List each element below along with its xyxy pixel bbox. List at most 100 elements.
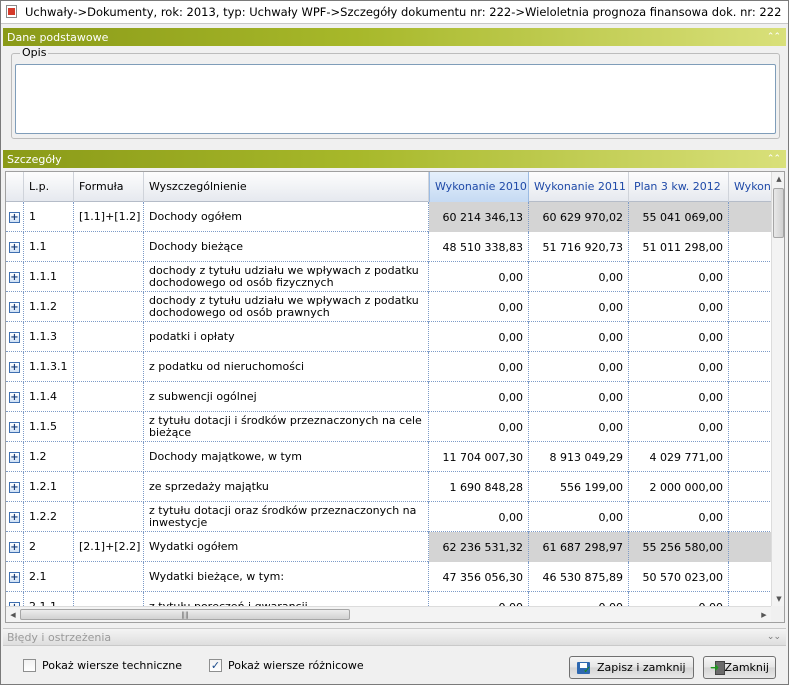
cell-desc[interactable]: podatki i opłaty — [144, 322, 429, 352]
expand-plus-icon[interactable]: + — [9, 301, 20, 313]
column-header-plan-2012[interactable]: Plan 3 kw. 2012 — [629, 172, 729, 202]
cell-v2012[interactable]: 0,00 — [629, 352, 729, 382]
cell-lp[interactable]: 1 — [24, 202, 74, 232]
cell-v2011[interactable]: 0,00 — [529, 502, 629, 532]
cell-formula[interactable] — [74, 562, 144, 592]
cell-v2010[interactable]: 62 236 531,32 — [429, 532, 529, 562]
row-expander-cell[interactable]: + — [6, 202, 24, 232]
table-row[interactable]: +1.2.1 ze sprzedaży majątku 1 690 848,28 5… — [6, 472, 771, 502]
cell-v2010[interactable]: 11 704 007,30 — [429, 442, 529, 472]
horizontal-scrollbar[interactable]: ◀ ‖‖ ▶ — [6, 606, 771, 622]
cell-lp[interactable]: 1.1.4 — [24, 382, 74, 412]
cell-vnext[interactable] — [729, 382, 771, 412]
cell-desc[interactable]: z subwencji ogólnej — [144, 382, 429, 412]
cell-desc[interactable]: z tytułu dotacji oraz środków przeznaczo… — [144, 502, 429, 532]
cell-formula[interactable]: [1.1]+[1.2] — [74, 202, 144, 232]
table-row[interactable]: +1 [1.1]+[1.2] Dochody ogółem 60 214 346,13… — [6, 202, 771, 232]
expand-plus-icon[interactable]: + — [9, 211, 20, 223]
expand-plus-icon[interactable]: + — [9, 361, 20, 373]
cell-lp[interactable]: 2.1 — [24, 562, 74, 592]
cell-v2012[interactable]: 0,00 — [629, 292, 729, 322]
cell-v2012[interactable]: 50 570 023,00 — [629, 562, 729, 592]
cell-v2011[interactable]: 46 530 875,89 — [529, 562, 629, 592]
cell-v2010[interactable]: 0,00 — [429, 322, 529, 352]
cell-vnext[interactable]: 50 — [729, 562, 771, 592]
table-row[interactable]: +1.1.5 z tytułu dotacji i środków przezn… — [6, 412, 771, 442]
cell-desc[interactable]: z podatku od nieruchomości — [144, 352, 429, 382]
cell-v2010[interactable]: 0,00 — [429, 592, 529, 606]
cell-desc[interactable]: dochody z tytułu udziału we wpływach z p… — [144, 262, 429, 292]
cell-vnext[interactable] — [729, 412, 771, 442]
cell-lp[interactable]: 1.2 — [24, 442, 74, 472]
row-expander-cell[interactable]: + — [6, 262, 24, 292]
cell-v2011[interactable]: 61 687 298,97 — [529, 532, 629, 562]
cell-formula[interactable]: [2.1]+[2.2] — [74, 532, 144, 562]
expand-plus-icon[interactable]: + — [9, 331, 20, 343]
expand-plus-icon[interactable]: + — [9, 271, 20, 283]
cell-v2012[interactable]: 2 000 000,00 — [629, 472, 729, 502]
cell-v2012[interactable]: 0,00 — [629, 382, 729, 412]
cell-vnext[interactable] — [729, 322, 771, 352]
expand-plus-icon[interactable]: + — [9, 511, 20, 523]
cell-v2010[interactable]: 47 356 056,30 — [429, 562, 529, 592]
cell-v2011[interactable]: 8 913 049,29 — [529, 442, 629, 472]
cell-v2012[interactable]: 0,00 — [629, 322, 729, 352]
row-expander-cell[interactable]: + — [6, 322, 24, 352]
cell-lp[interactable]: 1.1.5 — [24, 412, 74, 442]
row-expander-cell[interactable]: + — [6, 562, 24, 592]
cell-v2011[interactable]: 0,00 — [529, 292, 629, 322]
expand-plus-icon[interactable]: + — [9, 541, 20, 553]
cell-lp[interactable]: 1.1.1 — [24, 262, 74, 292]
row-expander-cell[interactable]: + — [6, 232, 24, 262]
cell-v2011[interactable]: 0,00 — [529, 352, 629, 382]
column-header-wykonanie-next[interactable]: Wykonanie — [729, 172, 771, 202]
cell-lp[interactable]: 1.1.3.1 — [24, 352, 74, 382]
expand-plus-icon[interactable]: + — [9, 241, 20, 253]
scroll-up-arrow-icon[interactable]: ▲ — [772, 172, 784, 186]
cell-formula[interactable] — [74, 502, 144, 532]
cell-vnext[interactable] — [729, 262, 771, 292]
row-expander-cell[interactable]: + — [6, 352, 24, 382]
cell-v2012[interactable]: 0,00 — [629, 262, 729, 292]
cell-formula[interactable] — [74, 322, 144, 352]
row-expander-cell[interactable]: + — [6, 592, 24, 606]
cell-v2011[interactable]: 0,00 — [529, 592, 629, 606]
cell-lp[interactable]: 1.1 — [24, 232, 74, 262]
cell-v2012[interactable]: 51 011 298,00 — [629, 232, 729, 262]
cell-desc[interactable]: z tytułu poręczeń i gwarancji — [144, 592, 429, 606]
expand-plus-icon[interactable]: + — [9, 421, 20, 433]
checkbox-wiersze-techniczne[interactable]: Pokaż wiersze techniczne — [23, 659, 182, 672]
cell-v2010[interactable]: 1 690 848,28 — [429, 472, 529, 502]
cell-formula[interactable] — [74, 292, 144, 322]
cell-vnext[interactable]: 51 — [729, 232, 771, 262]
checkbox-box[interactable]: ✓ — [209, 659, 222, 672]
cell-desc[interactable]: ze sprzedaży majątku — [144, 472, 429, 502]
cell-vnext[interactable]: 55 — [729, 532, 771, 562]
table-row[interactable]: +1.2.2 z tytułu dotacji oraz środków prz… — [6, 502, 771, 532]
cell-formula[interactable] — [74, 592, 144, 606]
opis-textarea[interactable] — [15, 64, 776, 134]
checkbox-wiersze-roznicowe[interactable]: ✓ Pokaż wiersze różnicowe — [209, 659, 364, 672]
cell-v2010[interactable]: 0,00 — [429, 292, 529, 322]
row-expander-cell[interactable]: + — [6, 412, 24, 442]
row-expander-cell[interactable]: + — [6, 472, 24, 502]
table-row[interactable]: +1.1.1 dochody z tytułu udziału we wpływ… — [6, 262, 771, 292]
expand-plus-icon[interactable]: + — [9, 451, 20, 463]
cell-vnext[interactable]: 4 — [729, 442, 771, 472]
cell-v2010[interactable]: 0,00 — [429, 352, 529, 382]
cell-v2010[interactable]: 60 214 346,13 — [429, 202, 529, 232]
cell-v2010[interactable]: 0,00 — [429, 382, 529, 412]
cell-v2011[interactable]: 556 199,00 — [529, 472, 629, 502]
vertical-scroll-thumb[interactable] — [773, 188, 784, 238]
cell-lp[interactable]: 1.1.2 — [24, 292, 74, 322]
table-row[interactable]: +2.1.1 z tytułu poręczeń i gwarancji0,00… — [6, 592, 771, 606]
column-header-wyszczegolnienie[interactable]: Wyszczególnienie — [144, 172, 429, 202]
table-row[interactable]: +1.2 Dochody majątkowe, w tym 11 704 007,… — [6, 442, 771, 472]
details-grid[interactable]: L.p. Formuła Wyszczególnienie Wykonanie … — [5, 171, 785, 623]
cell-lp[interactable]: 1.2.1 — [24, 472, 74, 502]
row-expander-cell[interactable]: + — [6, 532, 24, 562]
cell-vnext[interactable] — [729, 502, 771, 532]
cell-v2010[interactable]: 0,00 — [429, 412, 529, 442]
scroll-down-arrow-icon[interactable]: ▼ — [772, 592, 784, 606]
cell-desc[interactable]: Dochody majątkowe, w tym — [144, 442, 429, 472]
